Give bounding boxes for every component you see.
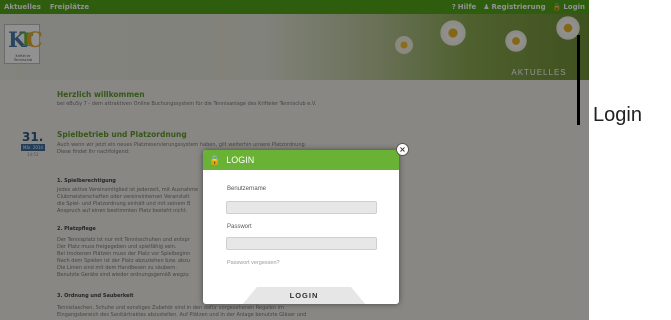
lock-icon: 🔒 bbox=[209, 154, 221, 165]
forgot-password-link[interactable]: Passwort vergessen? bbox=[227, 260, 280, 266]
login-modal: 🔒 LOGIN Benutzername Passwort Passwort v… bbox=[203, 150, 399, 304]
side-panel bbox=[589, 0, 671, 320]
cursor-bar bbox=[577, 35, 580, 125]
login-modal-title: LOGIN bbox=[226, 155, 255, 165]
login-submit-button[interactable]: LOGIN bbox=[242, 287, 366, 304]
login-modal-header: 🔒 LOGIN bbox=[203, 150, 399, 170]
side-login-caption: Login bbox=[593, 104, 642, 126]
password-label: Passwort bbox=[227, 224, 252, 230]
username-label: Benutzername bbox=[227, 186, 267, 192]
password-input[interactable] bbox=[226, 237, 377, 250]
username-input[interactable] bbox=[226, 201, 377, 214]
close-icon[interactable]: × bbox=[396, 143, 409, 156]
